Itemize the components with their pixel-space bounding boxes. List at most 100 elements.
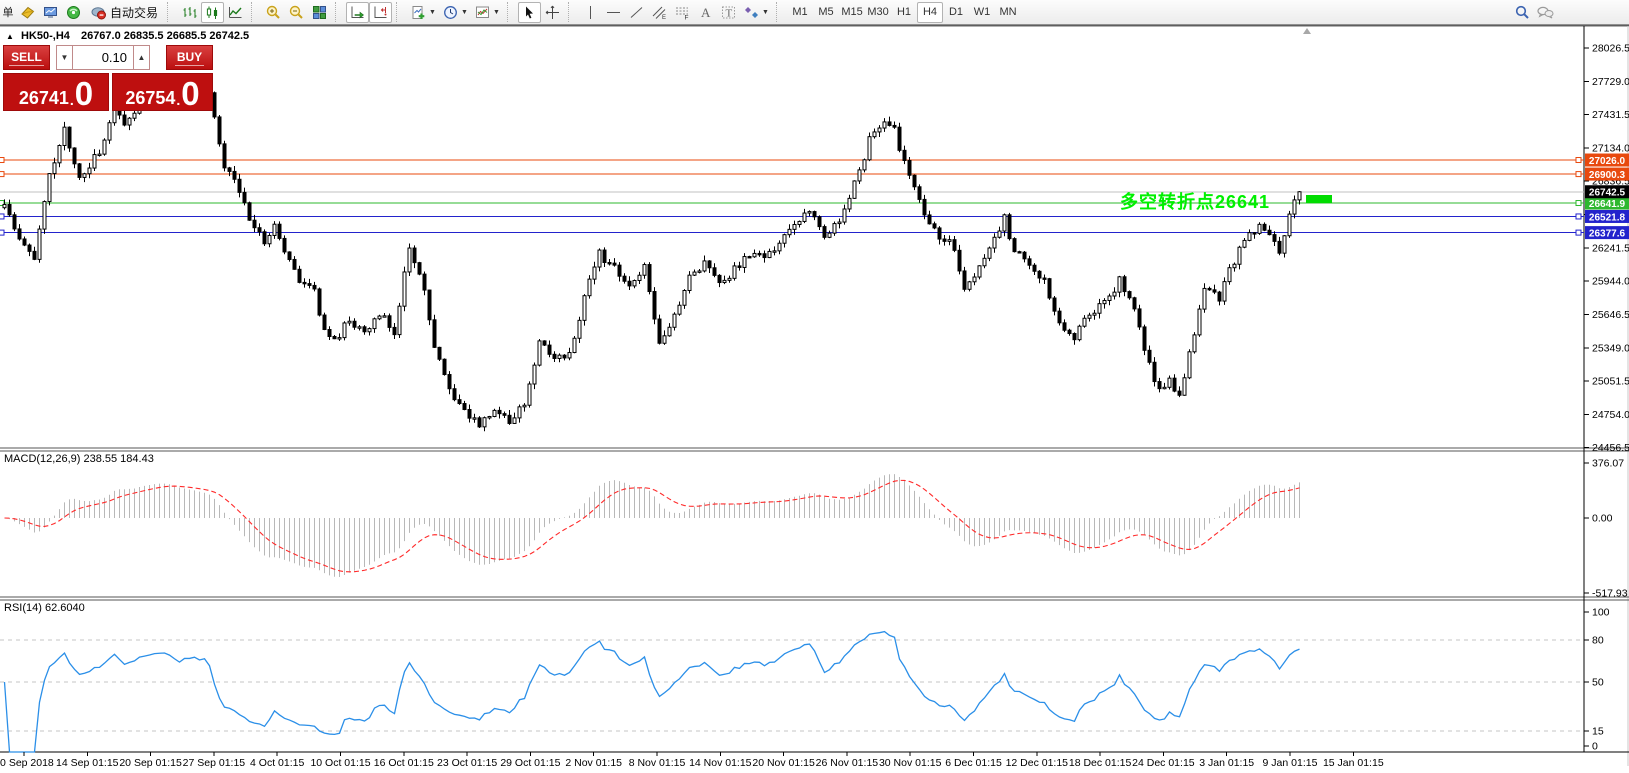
svg-text:9 Jan 01:15: 9 Jan 01:15 [1263, 757, 1318, 769]
timeframe-d1-button[interactable]: D1 [943, 2, 969, 23]
autotrading-button[interactable]: 自动交易 [85, 2, 163, 23]
candlestick-chart-button[interactable] [201, 2, 224, 23]
svg-text:15 Jan 01:15: 15 Jan 01:15 [1323, 757, 1384, 769]
hline-26900.3[interactable] [0, 172, 1584, 177]
buy-price-display[interactable]: 26754.0 [112, 73, 213, 111]
hline-26521.8[interactable] [0, 214, 1584, 219]
turning-point-marker[interactable] [1306, 195, 1332, 203]
macd-label: MACD(12,26,9) 238.55 184.43 [4, 453, 154, 465]
volume-input[interactable] [73, 45, 133, 70]
timeframe-mn-button[interactable]: MN [995, 2, 1021, 23]
toolbar: 单 自动交易 [0, 0, 1629, 25]
gold-diamond-icon [19, 4, 36, 21]
line-chart-icon [227, 4, 244, 21]
svg-text:T: T [726, 7, 733, 19]
svg-text:24754.0: 24754.0 [1592, 409, 1629, 421]
chart-frame [0, 26, 1629, 766]
zoom-out-button[interactable] [285, 2, 308, 23]
timeframe-m1-button[interactable]: M1 [787, 2, 813, 23]
template-chart-icon [474, 4, 491, 21]
chat-button[interactable] [1534, 2, 1557, 23]
crosshair-icon [544, 4, 561, 21]
svg-text:27026.0: 27026.0 [1589, 156, 1626, 167]
rsi-axis: 1008050150 [1584, 607, 1610, 753]
svg-text:26521.8: 26521.8 [1589, 212, 1626, 223]
svg-text:18 Dec 01:15: 18 Dec 01:15 [1069, 757, 1132, 769]
arrows-icon [743, 4, 760, 21]
svg-text:26742.5: 26742.5 [1589, 188, 1626, 199]
buy-button[interactable]: BUY [166, 45, 213, 70]
ohlc-values: 26767.0 26835.5 26685.5 26742.5 [81, 30, 249, 42]
svg-text:4 Oct 01:15: 4 Oct 01:15 [250, 757, 304, 769]
svg-text:-517.93: -517.93 [1592, 588, 1628, 600]
one-click-trading-panel: SELL ▼ ▲ BUY 26741.0 26754.0 [3, 45, 213, 111]
svg-text:376.07: 376.07 [1592, 458, 1624, 470]
tile-windows-button[interactable] [308, 2, 331, 23]
indicators-icon [410, 4, 427, 21]
chevron-down-icon: ▼ [429, 9, 436, 16]
timeframe-m5-button[interactable]: M5 [813, 2, 839, 23]
turning-point-annotation[interactable]: 多空转折点26641 [1120, 188, 1270, 214]
price-line-labels: 27026.026900.326641.926521.826377.626742… [1585, 154, 1629, 240]
chart-shift-button[interactable] [369, 2, 392, 23]
fibonacci-button[interactable]: F [671, 2, 694, 23]
cursor-button[interactable] [518, 2, 541, 23]
timeframe-m15-button[interactable]: M15 [839, 2, 865, 23]
autoscroll-button[interactable] [346, 2, 369, 23]
svg-text:0.00: 0.00 [1592, 513, 1613, 525]
text-label-button[interactable]: T [717, 2, 740, 23]
svg-text:27431.5: 27431.5 [1592, 109, 1629, 121]
svg-text:F: F [685, 14, 689, 21]
svg-text:8 Nov 01:15: 8 Nov 01:15 [629, 757, 686, 769]
templates-button[interactable]: ▼ [471, 2, 503, 23]
sell-button[interactable]: SELL [3, 45, 50, 70]
metaeditor-button[interactable] [16, 2, 39, 23]
svg-text:25646.5: 25646.5 [1592, 309, 1629, 321]
hline-26377.6[interactable] [0, 230, 1584, 235]
trendline-button[interactable] [625, 2, 648, 23]
timeframe-m30-button[interactable]: M30 [865, 2, 891, 23]
chart-canvas[interactable]: 28026.527729.027431.527134.026836.526539… [0, 0, 1629, 773]
svg-text:80: 80 [1592, 635, 1604, 647]
horizontal-lines[interactable] [0, 158, 1584, 236]
volume-increase-button[interactable]: ▲ [133, 45, 150, 70]
timeframe-h4-button[interactable]: H4 [917, 2, 943, 23]
bar-chart-button[interactable] [178, 2, 201, 23]
collapse-arrow-icon: ▲ [6, 32, 14, 41]
toolbar-separator [251, 2, 259, 22]
monitor-chart-icon [42, 4, 59, 21]
strategy-tester-button[interactable] [39, 2, 62, 23]
ohlc-bars-icon [181, 4, 198, 21]
sell-price-display[interactable]: 26741.0 [3, 73, 109, 111]
svg-text:24 Dec 01:15: 24 Dec 01:15 [1132, 757, 1195, 769]
line-chart-button[interactable] [224, 2, 247, 23]
market-watch-button[interactable] [62, 2, 85, 23]
chart-shift-icon [372, 4, 389, 21]
vertical-line-button[interactable] [579, 2, 602, 23]
chevron-down-icon: ▼ [762, 9, 769, 16]
chevron-down-icon: ▼ [461, 9, 468, 16]
triangle-up-icon: ▲ [138, 53, 146, 62]
new-order-button[interactable]: 单 [0, 2, 16, 23]
equidistant-channel-button[interactable]: E [648, 2, 671, 23]
hline-27026.0[interactable] [0, 158, 1584, 163]
zoom-in-button[interactable] [262, 2, 285, 23]
periods-button[interactable]: ▼ [439, 2, 471, 23]
indicators-button[interactable]: ▼ [407, 2, 439, 23]
timeframe-h1-button[interactable]: H1 [891, 2, 917, 23]
hline-26641.9[interactable] [0, 201, 1584, 206]
crosshair-button[interactable] [541, 2, 564, 23]
volume-decrease-button[interactable]: ▼ [56, 45, 73, 70]
chart-title: ▲ HK50-,H4 26767.0 26835.5 26685.5 26742… [6, 30, 249, 42]
svg-text:0: 0 [1592, 741, 1598, 753]
arrows-button[interactable]: ▼ [740, 2, 772, 23]
zoom-out-icon [288, 4, 305, 21]
autotrading-icon [90, 4, 107, 21]
chat-bubbles-icon [1536, 4, 1555, 21]
svg-text:14 Nov 01:15: 14 Nov 01:15 [689, 757, 752, 769]
toolbar-separator [507, 2, 515, 22]
search-button[interactable] [1511, 2, 1534, 23]
text-button[interactable]: A [694, 2, 717, 23]
timeframe-w1-button[interactable]: W1 [969, 2, 995, 23]
horizontal-line-button[interactable] [602, 2, 625, 23]
